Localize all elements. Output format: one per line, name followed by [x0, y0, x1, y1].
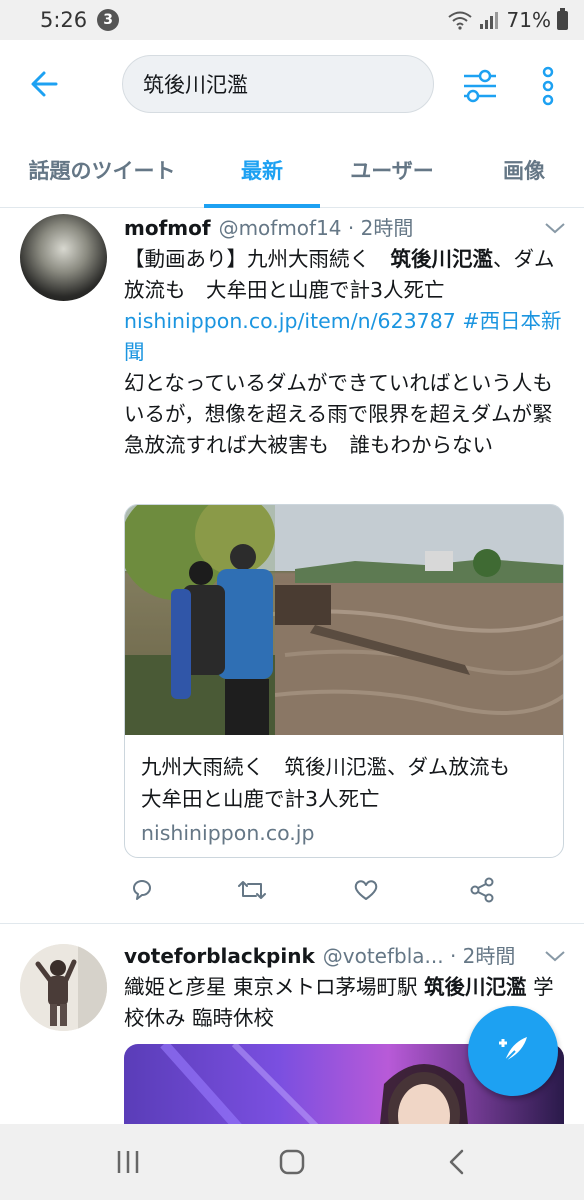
tweet-content: mofmof @mofmof14 · 2時間 【動画あり】九州大雨続く 筑後川氾… [124, 212, 566, 461]
author-name[interactable]: voteforblackpink [124, 944, 315, 968]
home-icon [279, 1149, 305, 1175]
tweet-link[interactable]: nishinippon.co.jp/item/n/623787 [124, 309, 456, 333]
heart-icon [354, 880, 378, 900]
vertical-dots-icon [542, 66, 554, 106]
highlighted-keyword: 筑後川氾濫 [424, 975, 527, 999]
recent-apps-icon [117, 1151, 139, 1173]
tweet-text: 【動画あり】九州大雨続く 筑後川氾濫、ダム放流も 大牟田と山鹿で計3人死亡 ni… [124, 244, 566, 461]
search-filter-button[interactable] [458, 64, 502, 108]
compose-icon [499, 1037, 527, 1062]
back-button[interactable] [26, 64, 66, 104]
avatar[interactable] [20, 944, 107, 1031]
author-name[interactable]: mofmof [124, 216, 211, 240]
battery-icon [557, 7, 568, 30]
status-bar: 5:26 3 71% [0, 0, 584, 40]
tweet-text-part: 【動画あり】九州大雨続く [124, 247, 391, 271]
more-options-button[interactable] [534, 64, 562, 108]
tweet-header: voteforblackpink @votefbla... · 2時間 [124, 940, 566, 970]
share-button[interactable] [468, 876, 500, 908]
tab-top[interactable]: 話題のツイート [0, 132, 204, 208]
notification-count-badge: 3 [97, 9, 120, 31]
tab-latest[interactable]: 最新 [204, 132, 320, 208]
status-time: 5:26 [40, 8, 88, 32]
compose-tweet-button[interactable] [468, 1006, 558, 1096]
tweet-header: mofmof @mofmof14 · 2時間 [124, 212, 566, 242]
tweet[interactable]: mofmof @mofmof14 · 2時間 【動画あり】九州大雨続く 筑後川氾… [0, 208, 584, 924]
reply-icon [133, 880, 151, 900]
chevron-down-icon[interactable] [544, 219, 566, 240]
chevron-left-icon [449, 1149, 464, 1175]
wifi-icon [447, 11, 472, 30]
system-nav-bar [0, 1124, 584, 1200]
retweet-icon [238, 881, 266, 899]
retweet-button[interactable] [236, 876, 268, 908]
arrow-left-icon [31, 71, 58, 97]
sliders-icon [464, 69, 496, 103]
like-button[interactable] [352, 876, 384, 908]
avatar[interactable] [20, 214, 107, 301]
recent-apps-button[interactable] [108, 1146, 148, 1178]
link-card[interactable]: 九州大雨続く 筑後川氾濫、ダム放流も 大牟田と山鹿で計3人死亡 nishinip… [124, 504, 564, 858]
card-domain: nishinippon.co.jp [141, 821, 315, 845]
author-handle-time: @votefbla... · 2時間 [322, 944, 516, 968]
search-input[interactable]: 筑後川氾濫 [122, 55, 434, 113]
search-tabs: 話題のツイート 最新 ユーザー 画像 [0, 132, 584, 208]
back-nav-button[interactable] [438, 1146, 478, 1178]
highlighted-keyword: 筑後川氾濫 [390, 247, 494, 271]
tweet-text-part: 幻となっているダムができていればという人もいるが，想像を超える雨で限界を超えダム… [124, 371, 553, 457]
card-image [125, 505, 563, 735]
home-button[interactable] [272, 1146, 312, 1178]
tweet-actions [124, 876, 524, 908]
share-icon [470, 877, 494, 903]
battery-percent: 71% [506, 8, 551, 32]
card-title: 九州大雨続く 筑後川氾濫、ダム放流も 大牟田と山鹿で計3人死亡 [141, 755, 531, 811]
tab-images[interactable]: 画像 [464, 132, 584, 208]
author-handle-time: @mofmof14 · 2時間 [218, 216, 414, 240]
search-header: 筑後川氾濫 [0, 40, 584, 132]
tab-users[interactable]: ユーザー [320, 132, 464, 208]
tweet-text-part: 織姫と彦星 東京メトロ茅場町駅 [124, 975, 425, 999]
chevron-down-icon[interactable] [544, 947, 566, 968]
status-indicators: 71% [447, 7, 568, 32]
reply-button[interactable] [128, 876, 160, 908]
signal-icon [479, 12, 498, 29]
